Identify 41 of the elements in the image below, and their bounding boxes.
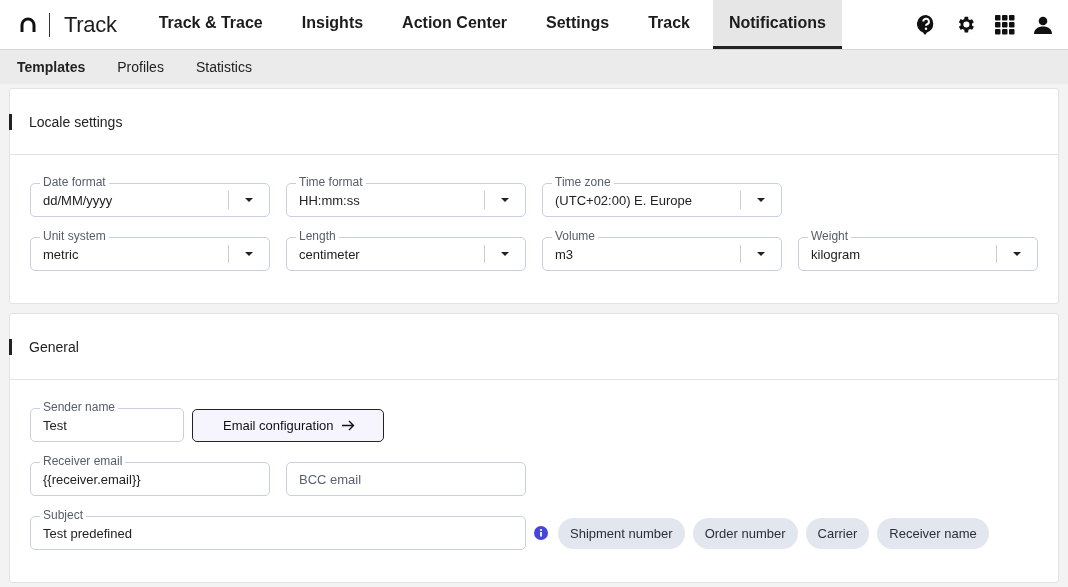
- field-label: Sender name: [40, 400, 119, 414]
- info-icon: [534, 526, 548, 540]
- subnav-tab[interactable]: Profiles: [101, 59, 180, 75]
- nav-tab[interactable]: Track & Trace: [142, 0, 279, 49]
- subnav-tab[interactable]: Statistics: [179, 59, 268, 75]
- subnav-tab[interactable]: Templates: [1, 59, 102, 75]
- app-name: Track: [64, 11, 117, 38]
- nav-tab[interactable]: Track: [632, 0, 706, 49]
- caret-icon: [245, 198, 253, 202]
- section-title: Locale settings: [29, 113, 123, 130]
- field-label: Date format: [40, 175, 109, 189]
- caret-icon: [501, 198, 509, 202]
- field-label: Length: [296, 229, 339, 243]
- field-label: Subject: [40, 508, 87, 522]
- nav-tab[interactable]: Notifications: [712, 0, 842, 49]
- placeholder-chip[interactable]: Shipment number: [558, 517, 685, 549]
- help-icon[interactable]: [916, 13, 936, 36]
- field-label: Volume: [552, 229, 599, 243]
- placeholder-chip[interactable]: Receiver name: [877, 517, 989, 549]
- section-title: General: [29, 338, 79, 355]
- field-label: Time zone: [552, 175, 614, 189]
- placeholder-chip[interactable]: Order number: [692, 517, 798, 549]
- user-icon[interactable]: [1034, 15, 1052, 34]
- logo-icon: [20, 17, 36, 32]
- apps-grid-icon[interactable]: [995, 14, 1015, 35]
- input-field[interactable]: BCC email: [286, 462, 526, 496]
- nav-tab[interactable]: Insights: [285, 0, 380, 49]
- arrow-right-icon: [341, 419, 355, 431]
- field-label: Unit system: [40, 229, 109, 243]
- field-label: Receiver email: [40, 454, 126, 468]
- caret-icon: [757, 252, 765, 256]
- caret-icon: [1013, 252, 1021, 256]
- caret-icon: [757, 198, 765, 202]
- caret-icon: [501, 252, 509, 256]
- caret-icon: [245, 252, 253, 256]
- placeholder-chip[interactable]: Carrier: [805, 517, 870, 549]
- nav-tab[interactable]: Action Center: [386, 0, 523, 49]
- field-label: Time format: [296, 175, 366, 189]
- nav-tab[interactable]: Settings: [530, 0, 626, 49]
- email-configuration-button[interactable]: Email configuration: [192, 408, 384, 442]
- field-label: Weight: [808, 229, 852, 243]
